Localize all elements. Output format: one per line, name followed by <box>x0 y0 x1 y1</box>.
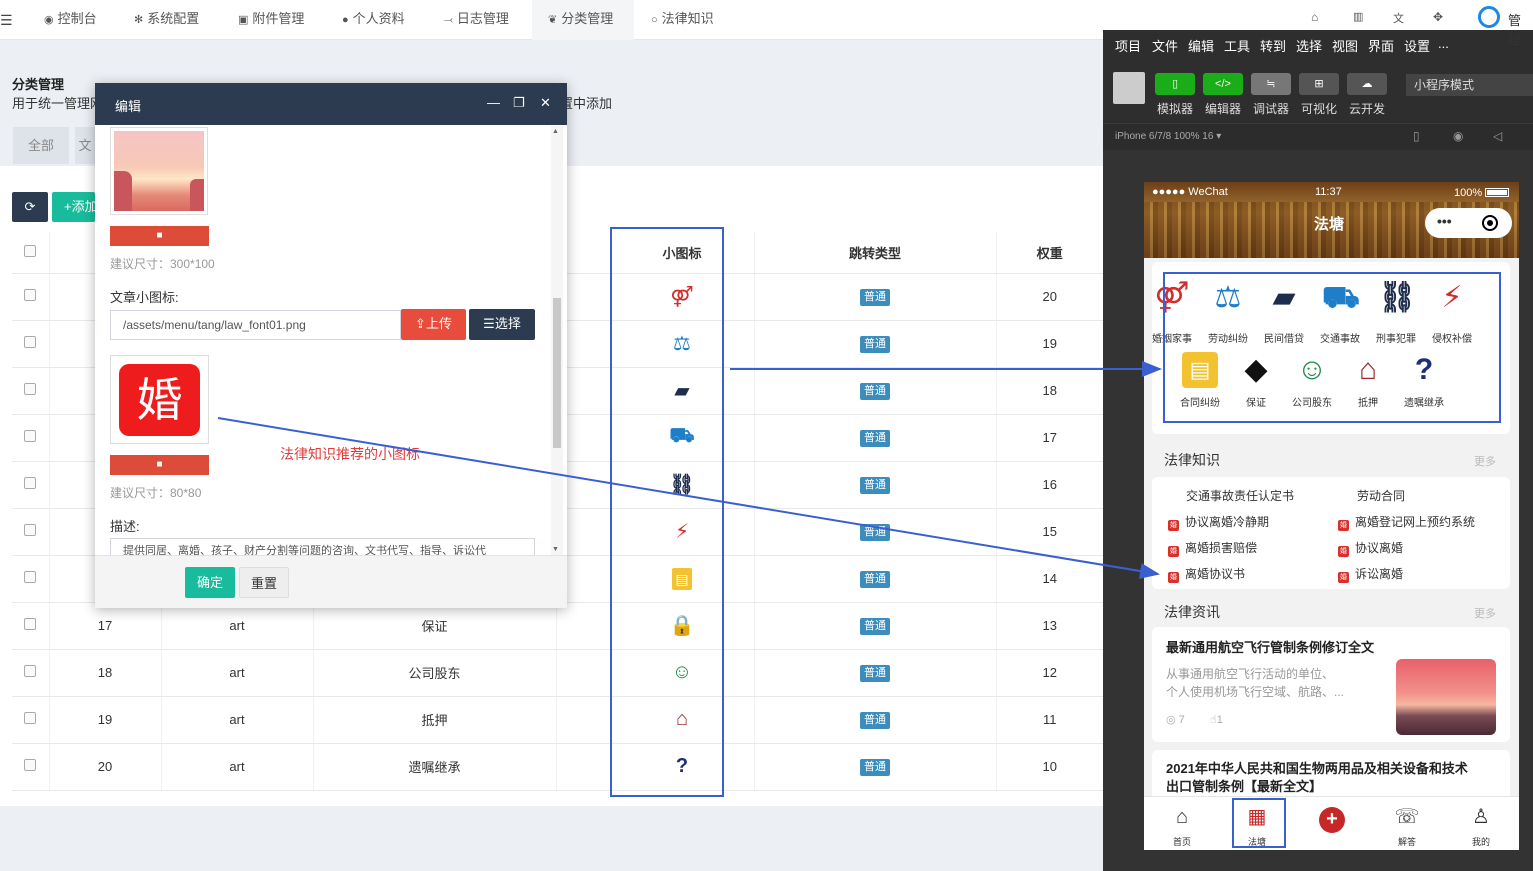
arrow-to-law-item <box>217 417 1160 579</box>
annotation-arrows <box>217 361 1162 579</box>
